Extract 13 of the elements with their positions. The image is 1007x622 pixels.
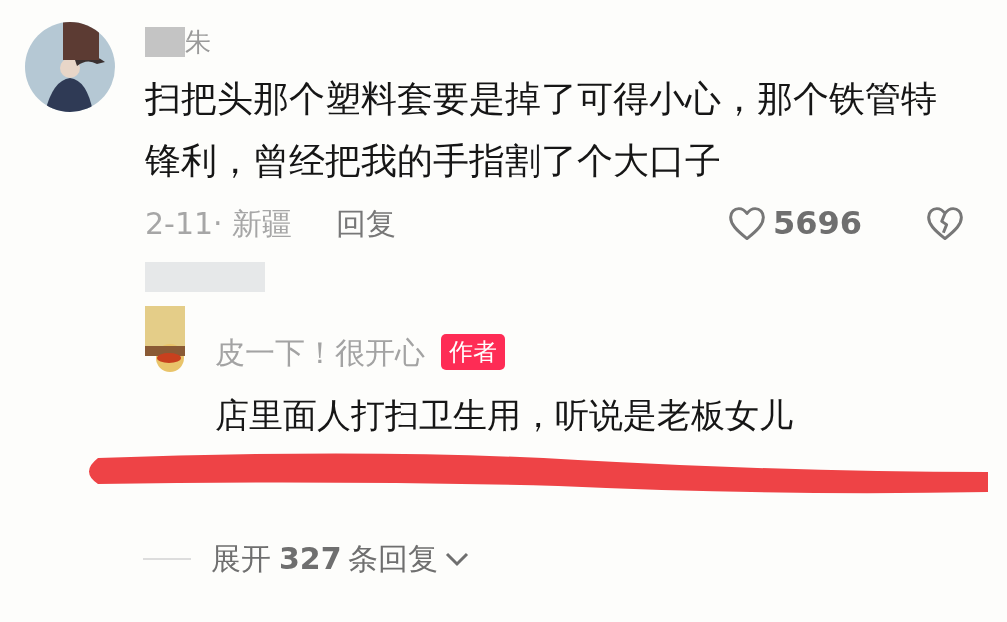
broken-heart-icon[interactable] bbox=[925, 205, 965, 241]
redaction-block bbox=[145, 27, 185, 57]
author-badge: 作者 bbox=[441, 334, 505, 370]
username[interactable]: 朱 bbox=[185, 29, 211, 55]
username[interactable]: 皮一下！很开心 bbox=[215, 338, 425, 368]
like-count: 5696 bbox=[773, 203, 864, 244]
comment-text: 扫把头那个塑料套要是掉了可得小心，那个铁管特锋利，曾经把我的手指割了个大口子 bbox=[145, 77, 938, 183]
date-location: 2-11· 新疆 bbox=[145, 204, 293, 243]
expand-replies-link[interactable]: 展开 327 条回复 bbox=[211, 536, 470, 581]
chevron-down-icon bbox=[443, 550, 470, 567]
reply-button[interactable]: 回复 bbox=[336, 200, 397, 246]
heart-icon[interactable] bbox=[727, 205, 767, 241]
reply-text: 店里面人打扫卫生用，听说是老板女儿 bbox=[215, 394, 794, 437]
